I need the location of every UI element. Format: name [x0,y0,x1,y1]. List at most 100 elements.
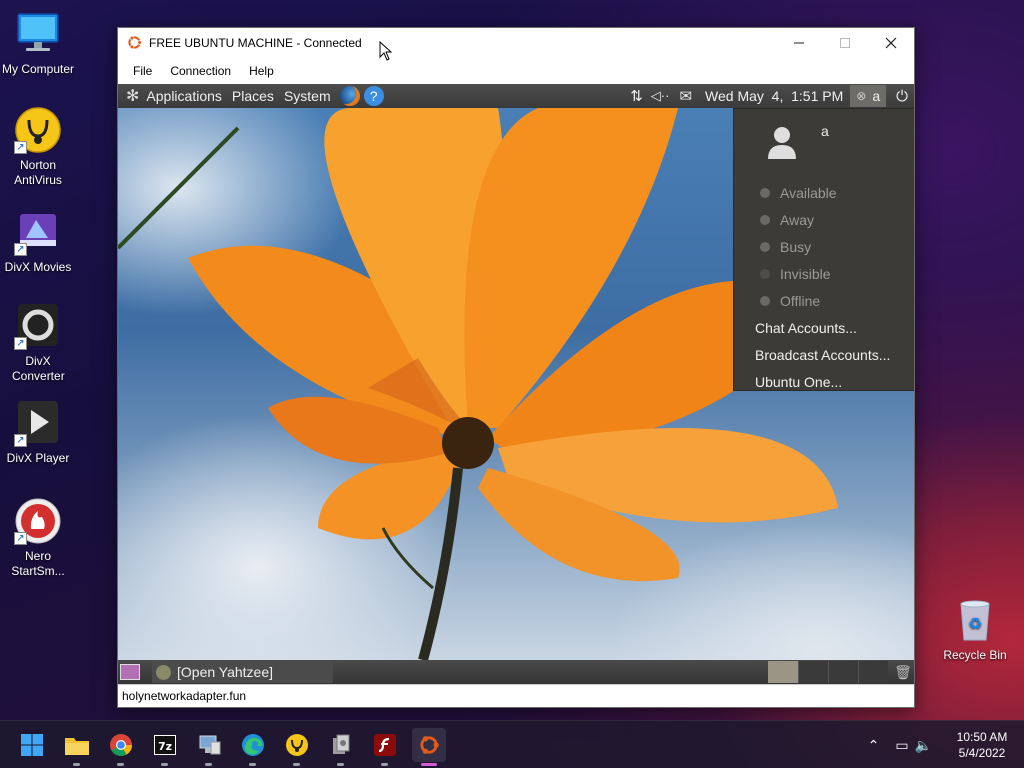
installer-icon [333,734,350,754]
taskbar-ubuntu-machine[interactable] [412,728,446,766]
menu-applications[interactable]: Applications [141,88,227,104]
trash-icon[interactable]: 🗑 [892,661,914,683]
norton-taskbar-icon [286,734,308,756]
busy-icon [760,241,770,252]
available-icon [760,187,770,198]
ubuntu-menu-icon: ✻ [126,88,140,105]
clock-time: 10:50 AM [956,730,1008,744]
remote-screen[interactable]: ✻ Applications Places System ? ⇅ ◁·· ✉ W… [118,84,914,684]
close-button[interactable] [868,28,914,57]
desktop-icon-recycle-bin[interactable]: ♻ Recycle Bin [937,596,1013,663]
user-status-button[interactable]: ⊗ a [850,85,887,107]
shortcut-arrow-icon: ↗ [14,141,27,154]
window-status-bar: holynetworkadapter.fun [118,684,914,707]
chat-accounts-item[interactable]: Chat Accounts... [734,314,914,341]
power-icon[interactable]: ⏻ [896,88,908,105]
minimize-button[interactable] [776,28,822,57]
windows-taskbar: 7z ⌃ ▭ 🔈 10:50 AM 5/4/2022 [0,720,1024,768]
desktop-icon-nero[interactable]: ↗ Nero StartSm... [0,497,76,579]
desktop-icon-label: DivX Movies [4,260,72,274]
user-avatar-icon [768,127,796,159]
ubuntu-top-panel: ✻ Applications Places System ? ⇅ ◁·· ✉ W… [118,84,914,108]
workspace-2[interactable] [798,661,828,683]
minimize-icon [794,42,804,43]
offline-icon [760,295,770,306]
shortcut-arrow-icon: ↗ [14,434,27,447]
broadcast-accounts-item[interactable]: Broadcast Accounts... [734,341,914,368]
taskbar-flash[interactable] [368,728,402,766]
tray-volume-icon[interactable]: 🔈 [915,737,932,754]
nero-icon: ↗ [14,497,62,545]
desktop-icon-divx-movies[interactable]: ↗ DivX Movies [0,208,76,275]
panel-username: a [872,88,881,104]
status-busy[interactable]: Busy [734,233,914,260]
menu-places[interactable]: Places [227,88,279,104]
svg-text:7z: 7z [158,740,172,753]
network-computer-icon [199,735,221,755]
desktop-icon-label: My Computer [1,62,75,76]
desktop-icon-label: Nero StartSm... [11,549,65,578]
ubuntu-logo-icon [128,35,142,50]
ubuntu-taskbar-icon [420,736,439,754]
window-titlebar[interactable]: FREE UBUNTU MACHINE - Connected [118,28,914,57]
panel-clock[interactable]: Wed May 4, 1:51 PM [700,88,848,104]
taskbar-file-explorer[interactable] [60,728,94,766]
maximize-button[interactable] [822,28,868,57]
folder-icon [65,738,89,755]
shortcut-arrow-icon: ↗ [14,337,27,350]
taskbar-installer[interactable] [324,728,358,766]
chrome-icon [110,734,132,756]
taskbar-edge[interactable] [236,728,270,766]
start-button[interactable] [15,728,49,762]
taskbar-norton[interactable] [280,728,314,766]
desktop-icon-divx-converter[interactable]: ↗ DivX Converter [0,302,76,384]
norton-icon: ↗ [14,106,62,154]
menu-help[interactable]: Help [240,64,283,78]
desktop-icon-label: Recycle Bin [943,648,1007,662]
user-row: a [734,109,914,179]
window-menubar: File Connection Help [118,57,914,84]
svg-text:♻: ♻ [968,614,982,633]
status-away[interactable]: Away [734,206,914,233]
menu-connection[interactable]: Connection [161,64,240,78]
mail-icon[interactable]: ✉ [679,87,692,105]
mouse-cursor-icon [379,41,393,61]
taskbar-item[interactable]: [Open Yahtzee] [152,661,333,683]
recycle-bin-icon: ♻ [951,596,999,644]
tray-overflow-icon[interactable]: ⌃ [868,737,880,754]
divx-movies-icon: ↗ [14,208,62,256]
desktop-icon-label: Norton AntiVirus [14,158,62,187]
show-desktop-icon[interactable] [120,664,140,680]
workspace-4[interactable] [858,661,888,683]
desktop-icon-norton[interactable]: ↗ Norton AntiVirus [0,106,76,188]
system-clock[interactable]: 10:50 AM 5/4/2022 [946,729,1018,761]
taskbar-chrome[interactable] [104,728,138,766]
taskbar-network[interactable] [192,728,226,766]
status-available[interactable]: Available [734,179,914,206]
volume-icon[interactable]: ◁·· [651,88,670,104]
status-offline[interactable]: Offline [734,287,914,314]
tray-network-icon[interactable]: ▭ [895,737,908,754]
maximize-icon [840,37,850,48]
monitor-icon [14,10,62,58]
away-icon [760,214,770,225]
desktop-icon-label: DivX Player [6,451,70,465]
menu-system[interactable]: System [279,88,336,104]
windows-logo-icon [21,734,43,756]
flash-icon [374,734,396,756]
divx-player-icon: ↗ [14,399,62,447]
desktop-icon-my-computer[interactable]: My Computer [0,10,76,77]
help-icon[interactable]: ? [363,86,384,106]
offline-status-icon: ⊗ [856,89,867,103]
menu-file[interactable]: File [124,64,161,78]
workspace-1[interactable] [768,661,798,683]
status-invisible[interactable]: Invisible [734,260,914,287]
firefox-icon[interactable] [339,86,360,106]
desktop-icon-divx-player[interactable]: ↗ DivX Player [0,399,76,466]
ubuntu-one-item[interactable]: Ubuntu One... [734,368,914,395]
shortcut-arrow-icon: ↗ [14,532,27,545]
invisible-icon [760,268,770,279]
network-icon[interactable]: ⇅ [630,87,643,105]
workspace-3[interactable] [828,661,858,683]
taskbar-7zip[interactable]: 7z [148,728,182,766]
